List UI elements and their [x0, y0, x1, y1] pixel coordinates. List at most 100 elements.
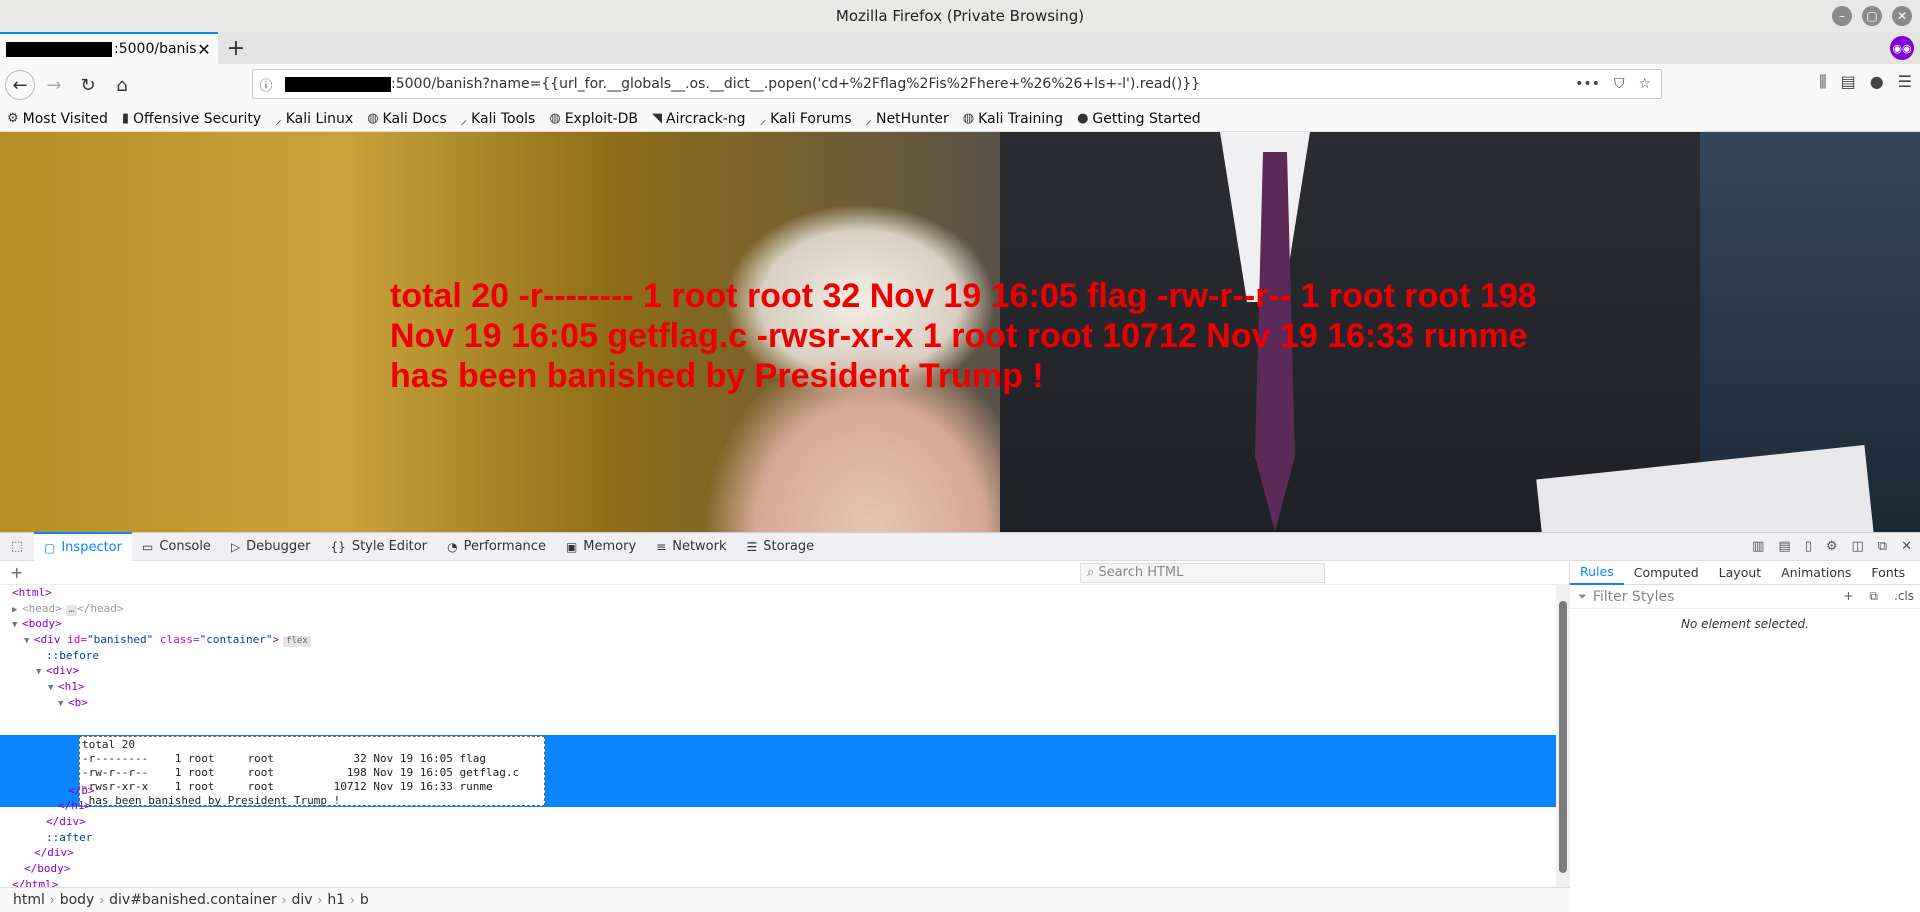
markup-view: + ⌕ Search HTML <html> ▶ <head>… </head> ▼…: [0, 561, 1570, 891]
reload-icon[interactable]: ↻: [73, 70, 103, 100]
scrollbar-thumb[interactable]: [1559, 601, 1567, 873]
responsive-icon[interactable]: ▤: [1778, 539, 1790, 554]
inspector-icon: ▢: [44, 540, 56, 555]
back-icon[interactable]: ←: [5, 70, 35, 100]
debugger-icon: ▷: [230, 539, 241, 554]
bookmark-aircrack-ng[interactable]: ◥ Aircrack-ng: [645, 111, 753, 127]
tab-network[interactable]: ≡ Network: [646, 532, 736, 561]
tree-node-before[interactable]: ::before: [0, 648, 1569, 664]
page-actions-icon[interactable]: •••: [1575, 76, 1600, 92]
tree-node-div-banished[interactable]: ▼ <div id="banished" class="container"> fl…: [0, 632, 1569, 648]
bookmarks-toolbar: ⚙ Most Visited ▮ Offensive Security ⸝ Kali …: [0, 106, 1920, 132]
forward-icon[interactable]: →: [39, 70, 69, 100]
breadcrumb-div-banished[interactable]: div#banished.container: [104, 892, 281, 908]
firefox-icon: ●: [1077, 111, 1089, 126]
browser-tab[interactable]: :5000/banish ✕: [0, 32, 218, 64]
tab-console[interactable]: ▭ Console: [132, 532, 221, 561]
collapse-icon[interactable]: ▼: [58, 697, 68, 713]
bookmark-most-visited[interactable]: ⚙ Most Visited: [0, 111, 115, 127]
tab-style-editor[interactable]: {} Style Editor: [321, 532, 438, 561]
tab-title: :5000/banish: [114, 41, 196, 57]
network-icon: ≡: [656, 539, 667, 554]
add-rule-icon[interactable]: +: [1843, 589, 1853, 604]
minimize-button[interactable]: –: [1832, 6, 1852, 26]
tab-storage[interactable]: ☰ Storage: [737, 532, 825, 561]
tree-node-body[interactable]: ▼ <body>: [0, 616, 1569, 632]
home-icon[interactable]: ⌂: [107, 70, 137, 100]
url-bar[interactable]: ⓘ :5000/banish?name={{url_for.__globals_…: [252, 69, 1662, 99]
bookmark-nethunter[interactable]: ⸝ NetHunter: [859, 110, 956, 128]
search-html-input[interactable]: ⌕ Search HTML: [1080, 562, 1325, 583]
extension-icon[interactable]: ●: [1870, 72, 1884, 92]
rules-sidebar: Rules Computed Layout Animations Fonts ⏷…: [1570, 561, 1920, 912]
flex-badge[interactable]: flex: [283, 636, 311, 648]
bookmark-exploit-db[interactable]: ◍ Exploit-DB: [542, 111, 645, 127]
menu-icon[interactable]: ☰: [1898, 72, 1912, 92]
tab-performance[interactable]: ◔ Performance: [437, 532, 556, 561]
tree-node-h1[interactable]: ▼ <h1>: [0, 679, 1569, 695]
library-icon[interactable]: ⫼: [1819, 72, 1826, 92]
tree-node-b-close[interactable]: </b>: [0, 783, 1569, 799]
tree-node-inner-div[interactable]: ▼ <div>: [0, 663, 1569, 679]
bookmark-kali-tools[interactable]: ⸝ Kali Tools: [454, 110, 543, 128]
nav-bar: ← → ↻ ⌂ ⓘ :5000/banish?name={{url_for.__…: [0, 64, 1920, 106]
undock-icon[interactable]: ⧉: [1878, 539, 1887, 554]
tab-memory[interactable]: ▣ Memory: [556, 532, 646, 561]
screenshot-icon[interactable]: ▯: [1805, 539, 1812, 554]
breadcrumb-h1[interactable]: h1: [322, 892, 350, 908]
tab-rules[interactable]: Rules: [1570, 561, 1624, 585]
tree-node-head[interactable]: ▶ <head>… </head>: [0, 601, 1569, 617]
tab-fonts[interactable]: Fonts: [1861, 561, 1915, 585]
tree-node-div-close[interactable]: </div>: [0, 845, 1569, 861]
add-node-icon[interactable]: +: [10, 563, 23, 582]
breadcrumb-div[interactable]: div: [286, 892, 317, 908]
globe-icon: ◍: [367, 111, 379, 126]
maximize-button[interactable]: ▢: [1862, 6, 1882, 26]
breadcrumb-body[interactable]: body: [55, 892, 100, 908]
tab-inspector[interactable]: ▢ Inspector: [34, 532, 132, 561]
style-editor-icon: {}: [330, 539, 346, 554]
tab-layout[interactable]: Layout: [1709, 561, 1772, 585]
tree-node-b[interactable]: ▼ <b>: [0, 695, 1569, 711]
close-window-button[interactable]: ✕: [1892, 6, 1912, 26]
breadcrumb-b[interactable]: b: [355, 892, 374, 908]
cls-toggle[interactable]: .cls: [1894, 589, 1914, 604]
bookmark-kali-forums[interactable]: ⸝ Kali Forums: [753, 110, 859, 128]
bookmark-getting-started[interactable]: ● Getting Started: [1070, 111, 1208, 127]
breadcrumb-html[interactable]: html: [8, 892, 50, 908]
info-icon[interactable]: ⓘ: [253, 75, 279, 94]
settings-gear-icon[interactable]: ⚙: [1826, 539, 1838, 554]
bookmark-kali-docs[interactable]: ◍ Kali Docs: [360, 111, 453, 127]
pocket-icon[interactable]: ⛉: [1614, 76, 1625, 92]
close-tab-icon[interactable]: ✕: [196, 40, 212, 59]
tab-computed[interactable]: Computed: [1624, 561, 1709, 585]
dock-side-icon[interactable]: ◫: [1852, 539, 1864, 554]
close-devtools-icon[interactable]: ✕: [1901, 539, 1912, 554]
bookmark-kali-linux[interactable]: ⸝ Kali Linux: [268, 110, 360, 128]
tree-node-html[interactable]: <html>: [0, 585, 1569, 601]
toggle-pseudo-icon[interactable]: ⧉: [1869, 589, 1878, 604]
filter-styles-input[interactable]: ⏷ Filter Styles + ⧉ .cls: [1570, 585, 1920, 609]
tree-node-h1-close[interactable]: </h1>: [0, 798, 1569, 814]
kali-icon: ⸝: [275, 112, 282, 128]
bookmark-offensive-security[interactable]: ▮ Offensive Security: [115, 111, 268, 127]
element-picker-icon[interactable]: ⬚: [0, 539, 34, 554]
markup-tree: <html> ▶ <head>… </head> ▼ <body> ▼ <div id=…: [0, 585, 1569, 892]
layout-toggle-icon[interactable]: ▥: [1752, 539, 1764, 554]
tab-debugger[interactable]: ▷ Debugger: [221, 532, 321, 561]
bookmark-kali-training[interactable]: ◍ Kali Training: [956, 111, 1070, 127]
globe-icon: ◍: [962, 111, 975, 126]
tree-node-after[interactable]: ::after: [0, 830, 1569, 846]
tab-animations[interactable]: Animations: [1771, 561, 1861, 585]
sidebar-icon[interactable]: ▤: [1841, 72, 1856, 92]
url-text[interactable]: :5000/banish?name={{url_for.__globals__.…: [391, 76, 1575, 92]
devtools-toolbar: ⬚ ▢ Inspector ▭ Console ▷ Debugger {} Style …: [0, 532, 1920, 561]
tree-node-body-close[interactable]: </body>: [0, 861, 1569, 877]
new-tab-button[interactable]: +: [218, 32, 254, 64]
bookmark-star-icon[interactable]: ☆: [1638, 76, 1651, 92]
tree-node-inner-div-close[interactable]: </div>: [0, 814, 1569, 830]
markup-scrollbar[interactable]: [1556, 585, 1570, 887]
page-viewport: total 20 -r-------- 1 root root 32 Nov 1…: [0, 132, 1920, 532]
banished-message: total 20 -r-------- 1 root root 32 Nov 1…: [390, 277, 1537, 395]
breadcrumb: html › body › div#banished.container › div ›…: [0, 887, 1570, 912]
